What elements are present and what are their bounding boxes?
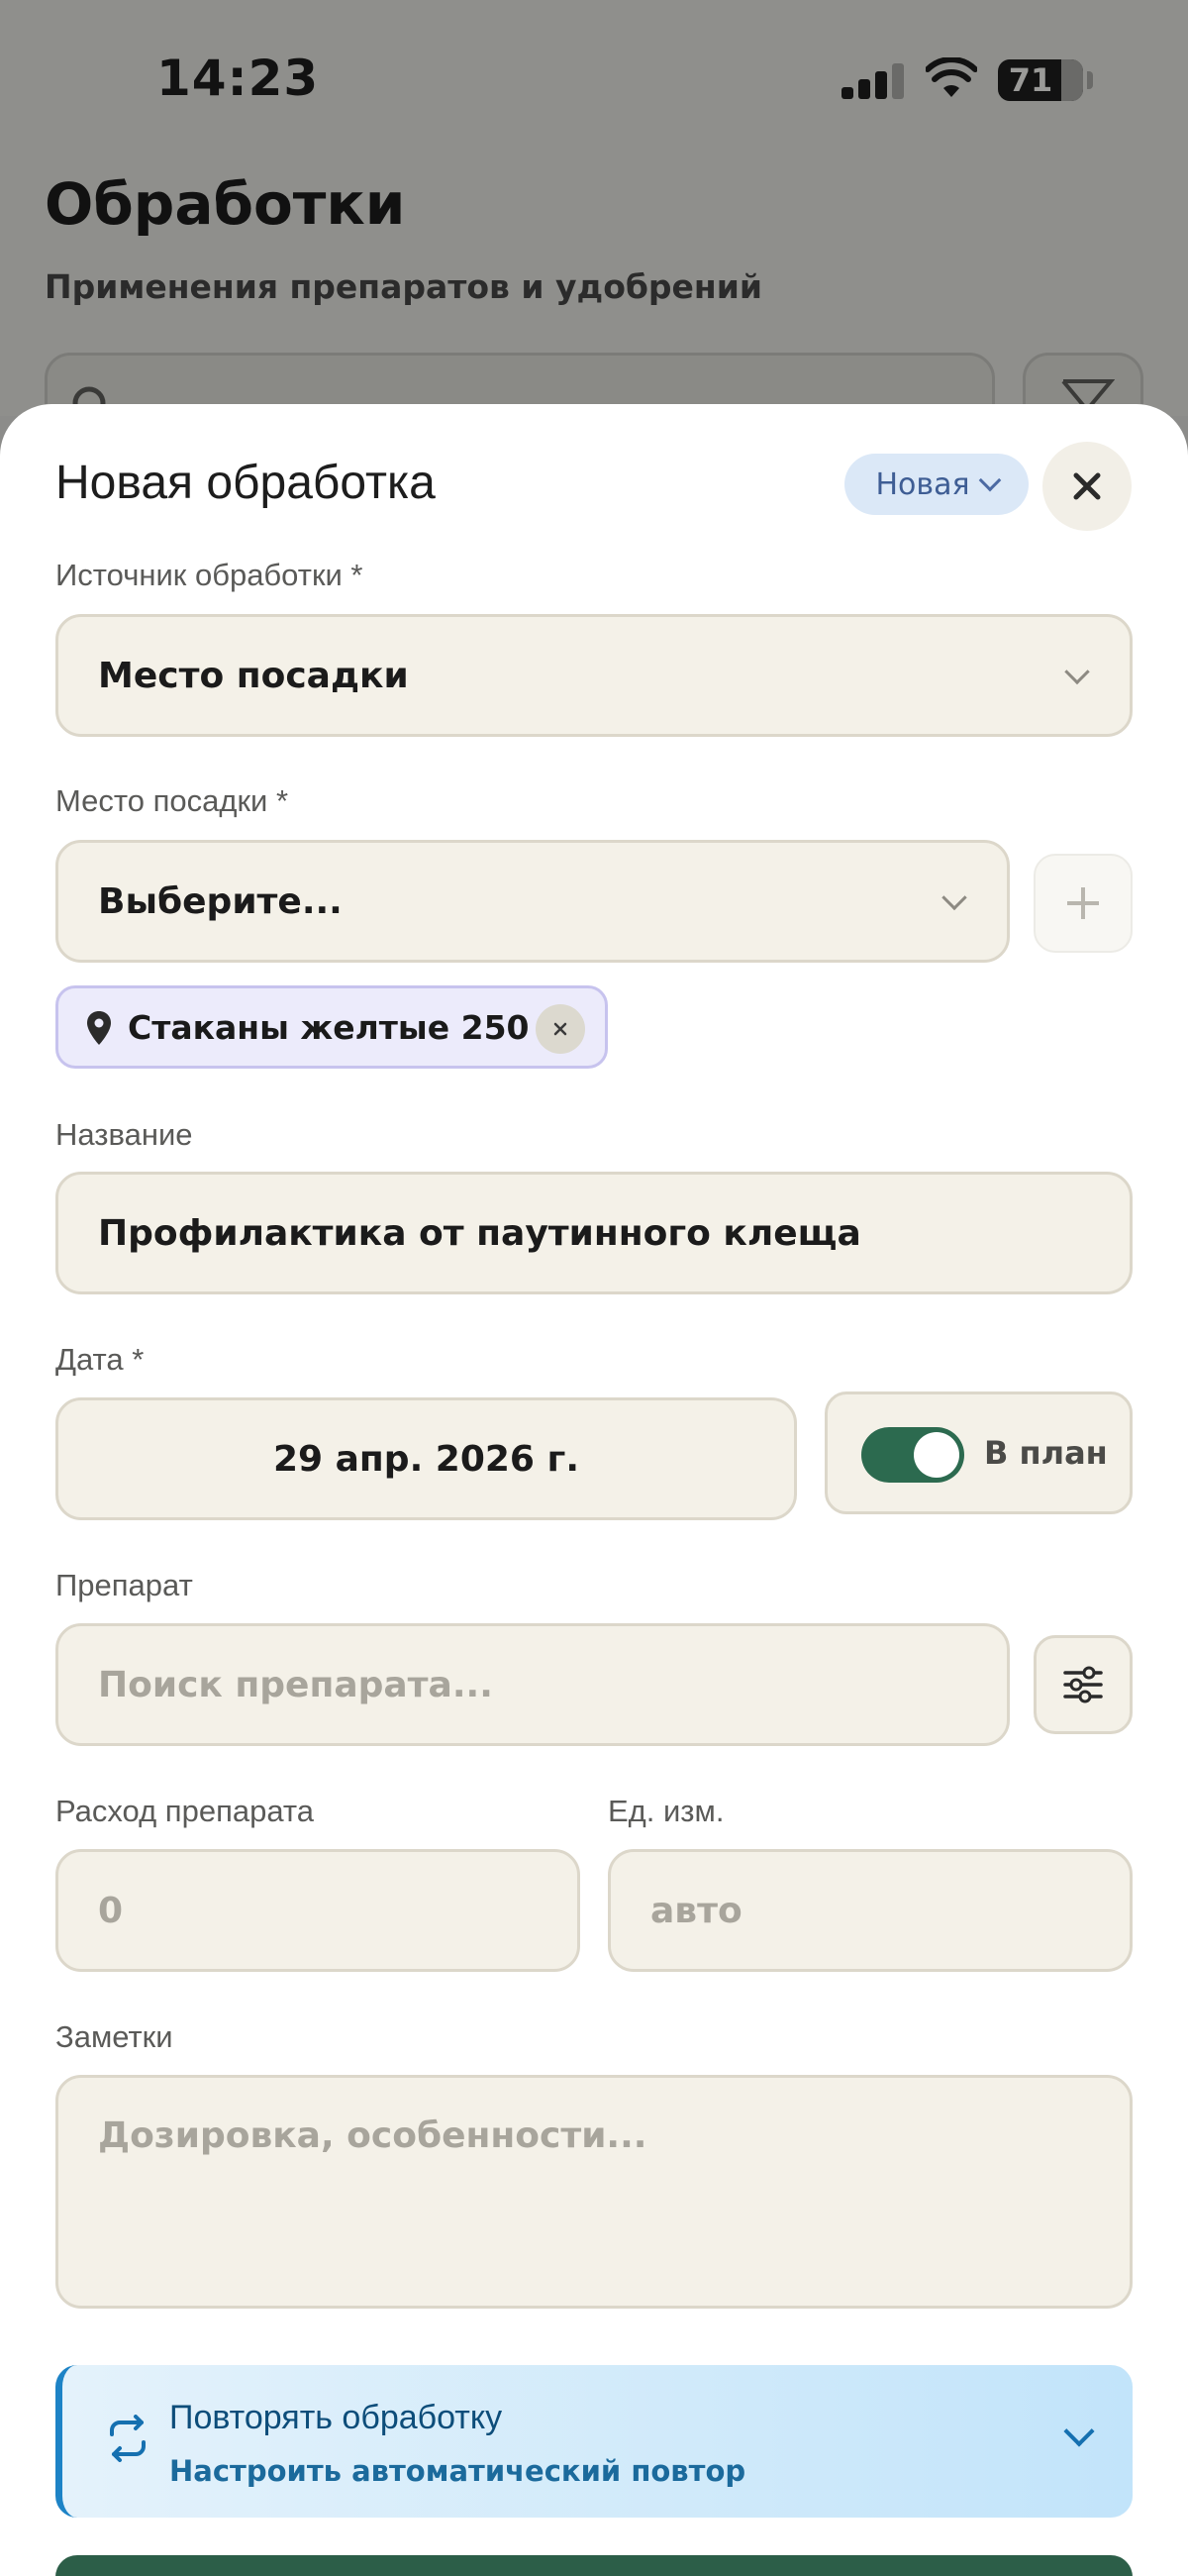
date-label: Дата * (55, 1342, 145, 1377)
plan-toggle-label: В план (984, 1434, 1108, 1472)
selected-location-label: Стаканы желтые 250 ... (128, 1007, 578, 1047)
notes-label: Заметки (55, 2019, 173, 2054)
repeat-treatment-card[interactable]: Повторять обработку Настроить автоматиче… (55, 2365, 1133, 2518)
toggle-knob (914, 1432, 959, 1478)
battery-tip (1087, 71, 1093, 89)
date-value: 29 апр. 2026 г. (273, 1438, 579, 1480)
repeat-title: Повторять обработку (169, 2399, 503, 2436)
page-subtitle: Применения препаратов и удобрений (45, 267, 762, 306)
notes-textarea[interactable]: Дозировка, особенности... (55, 2075, 1133, 2309)
name-label: Название (55, 1117, 193, 1152)
cellular-signal-icon (842, 63, 905, 99)
location-placeholder: Выберите... (98, 880, 343, 922)
consumption-label: Расход препарата (55, 1794, 314, 1828)
remove-tag-button[interactable] (536, 1004, 585, 1054)
product-search-input[interactable]: Поиск препарата... (55, 1623, 1010, 1746)
battery-icon: 71 (998, 59, 1083, 101)
source-value: Место посадки (98, 655, 409, 696)
repeat-icon (110, 2415, 146, 2462)
close-button[interactable] (1042, 442, 1132, 531)
status-bar: 14:23 71 (0, 0, 1188, 149)
unit-placeholder: авто (650, 1890, 742, 1931)
battery-percentage: 71 (1008, 61, 1053, 99)
consumption-placeholder: 0 (98, 1890, 124, 1931)
source-label: Источник обработки * (55, 558, 363, 592)
save-button[interactable] (55, 2555, 1133, 2576)
background-page: 14:23 71 Обработки Применения препаратов… (0, 0, 1188, 442)
location-label: Место посадки * (55, 783, 289, 818)
notes-placeholder: Дозировка, особенности... (98, 2115, 647, 2156)
location-select[interactable]: Выберите... (55, 840, 1010, 963)
unit-input[interactable]: авто (608, 1849, 1133, 1972)
location-pin-icon (87, 1011, 111, 1045)
plan-toggle-container: В план (825, 1391, 1133, 1514)
status-time: 14:23 (156, 50, 320, 107)
name-value: Профилактика от паутинного клеща (98, 1212, 861, 1254)
add-location-button[interactable] (1034, 854, 1133, 953)
source-select[interactable]: Место посадки (55, 614, 1133, 737)
repeat-subtitle: Настроить автоматический повтор (169, 2454, 746, 2488)
name-input[interactable]: Профилактика от паутинного клеща (55, 1172, 1133, 1294)
chevron-down-icon (941, 884, 967, 911)
unit-label: Ед. изм. (608, 1794, 725, 1828)
selected-location-tag: Стаканы желтые 250 ... (55, 985, 608, 1069)
wifi-icon (926, 57, 977, 97)
sliders-icon (1063, 1666, 1103, 1703)
date-input[interactable]: 29 апр. 2026 г. (55, 1397, 797, 1520)
status-dropdown-label: Новая (875, 466, 970, 502)
product-filter-button[interactable] (1034, 1635, 1133, 1734)
chevron-down-icon (978, 468, 1001, 492)
chevron-down-icon (1064, 659, 1090, 685)
new-treatment-sheet: Новая обработка Новая Источник обработки… (0, 404, 1188, 2576)
close-icon (553, 1022, 567, 1036)
plan-toggle[interactable] (861, 1427, 964, 1483)
product-label: Препарат (55, 1568, 193, 1602)
status-dropdown[interactable]: Новая (844, 454, 1029, 515)
consumption-input[interactable]: 0 (55, 1849, 580, 1972)
sheet-title: Новая обработка (55, 457, 436, 509)
chevron-down-icon (1063, 2416, 1095, 2447)
page-title: Обработки (45, 170, 406, 238)
close-icon (1073, 472, 1101, 500)
product-placeholder: Поиск препарата... (98, 1664, 493, 1705)
